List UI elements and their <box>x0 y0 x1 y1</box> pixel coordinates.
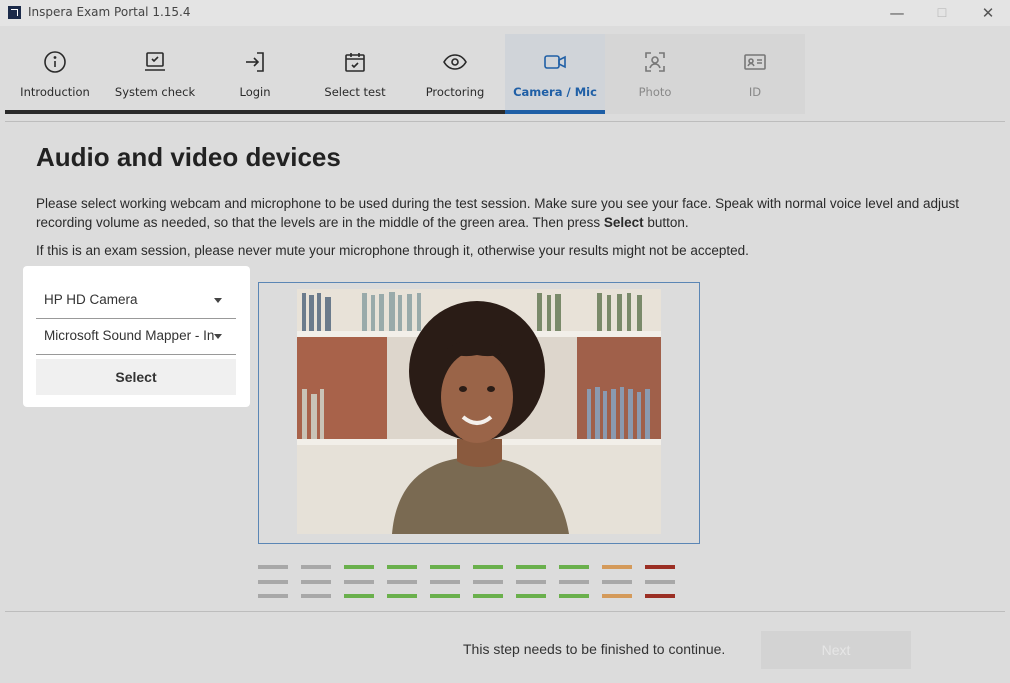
camera-icon <box>544 55 566 69</box>
microphone-dropdown[interactable]: Microsoft Sound Mapper - Input <box>36 318 236 355</box>
meter-segment <box>430 565 460 599</box>
step-label: ID <box>748 85 762 99</box>
meter-bar <box>473 579 503 584</box>
next-button[interactable]: Next <box>761 631 911 669</box>
meter-segment <box>602 565 632 599</box>
step-system-check[interactable]: System check <box>105 34 205 114</box>
app-logo-icon <box>8 6 21 19</box>
step-label: System check <box>114 85 196 99</box>
meter-bar <box>387 579 417 584</box>
step-label: Camera / Mic <box>513 85 597 99</box>
footer-message: This step needs to be finished to contin… <box>463 641 726 657</box>
meter-bar <box>258 579 288 584</box>
meter-segment <box>473 565 503 599</box>
step-label: Photo <box>638 85 672 99</box>
meter-bar <box>344 565 374 569</box>
meter-segment <box>516 565 546 599</box>
meter-bar <box>258 565 288 569</box>
chevron-down-icon <box>214 334 222 339</box>
meter-bar <box>645 579 675 584</box>
step-introduction[interactable]: Introduction <box>5 34 105 114</box>
meter-bar <box>602 579 632 584</box>
calendar-check-icon <box>345 53 365 72</box>
meter-segment <box>559 565 589 599</box>
page-title: Audio and video devices <box>36 142 341 172</box>
meter-bar <box>473 594 503 598</box>
meter-bar <box>559 579 589 584</box>
step-navigation: Introduction System check Login Select t… <box>5 34 805 114</box>
step-proctoring[interactable]: Proctoring <box>405 34 505 114</box>
meter-bar <box>602 565 632 569</box>
warning-text: If this is an exam session, please never… <box>36 243 749 258</box>
meter-bar <box>645 594 675 598</box>
meter-bar <box>387 594 417 598</box>
meter-bar <box>645 565 675 569</box>
meter-bar <box>559 594 589 598</box>
meter-bar <box>430 579 460 584</box>
webcam-video-image <box>297 289 661 534</box>
step-label: Proctoring <box>425 85 485 99</box>
meter-bar <box>430 565 460 569</box>
instructions-text: Please select working webcam and microph… <box>36 194 986 232</box>
camera-dropdown-value: HP HD Camera <box>44 292 138 307</box>
camera-dropdown[interactable]: HP HD Camera <box>36 282 236 319</box>
meter-bar <box>301 594 331 598</box>
meter-segment <box>258 565 288 599</box>
laptop-check-icon <box>145 52 165 71</box>
step-label: Login <box>239 85 271 99</box>
meter-bar <box>473 565 503 569</box>
webcam-preview-frame <box>258 282 700 544</box>
meter-segment <box>301 565 331 599</box>
minimize-button[interactable]: — <box>887 3 907 23</box>
progress-active-bar <box>505 110 605 114</box>
face-scan-icon <box>645 52 665 72</box>
meter-bar <box>258 594 288 598</box>
info-icon <box>44 51 66 73</box>
divider <box>5 611 1005 612</box>
maximize-button[interactable]: ☐ <box>932 3 952 23</box>
step-photo: Photo <box>605 34 705 114</box>
step-label: Introduction <box>20 85 90 99</box>
instructions-bold: Select <box>603 215 644 230</box>
meter-bar <box>559 565 589 569</box>
meter-segment <box>387 565 417 599</box>
select-button[interactable]: Select <box>36 359 236 395</box>
close-button[interactable]: ✕ <box>978 3 998 23</box>
step-camera-mic[interactable]: Camera / Mic <box>505 34 605 114</box>
meter-bar <box>301 565 331 569</box>
instructions-part: button. <box>643 215 689 230</box>
window-title: Inspera Exam Portal 1.15.4 <box>28 5 191 19</box>
webcam-preview <box>297 289 661 534</box>
meter-bar <box>344 579 374 584</box>
meter-bar <box>430 594 460 598</box>
login-icon <box>246 52 264 72</box>
divider <box>5 121 1005 122</box>
meter-segment <box>645 565 675 599</box>
id-card-icon <box>744 54 766 70</box>
meter-bar <box>344 594 374 598</box>
meter-segment <box>344 565 374 599</box>
step-id: ID <box>705 34 805 114</box>
meter-bar <box>516 594 546 598</box>
step-label: Select test <box>324 85 386 99</box>
progress-completed-bar <box>5 110 505 114</box>
step-login[interactable]: Login <box>205 34 305 114</box>
title-bar: Inspera Exam Portal 1.15.4 — ☐ ✕ <box>0 0 1010 26</box>
microphone-dropdown-value: Microsoft Sound Mapper - Input <box>44 328 214 343</box>
chevron-down-icon <box>214 298 222 303</box>
meter-bar <box>516 565 546 569</box>
eye-icon <box>443 54 467 70</box>
meter-bar <box>516 579 546 584</box>
instructions-part: Please select working webcam and microph… <box>36 196 960 230</box>
device-selection-panel: HP HD Camera Microsoft Sound Mapper - In… <box>23 266 250 407</box>
meter-bar <box>602 594 632 598</box>
step-select-test[interactable]: Select test <box>305 34 405 114</box>
meter-bar <box>301 579 331 584</box>
meter-bar <box>387 565 417 569</box>
